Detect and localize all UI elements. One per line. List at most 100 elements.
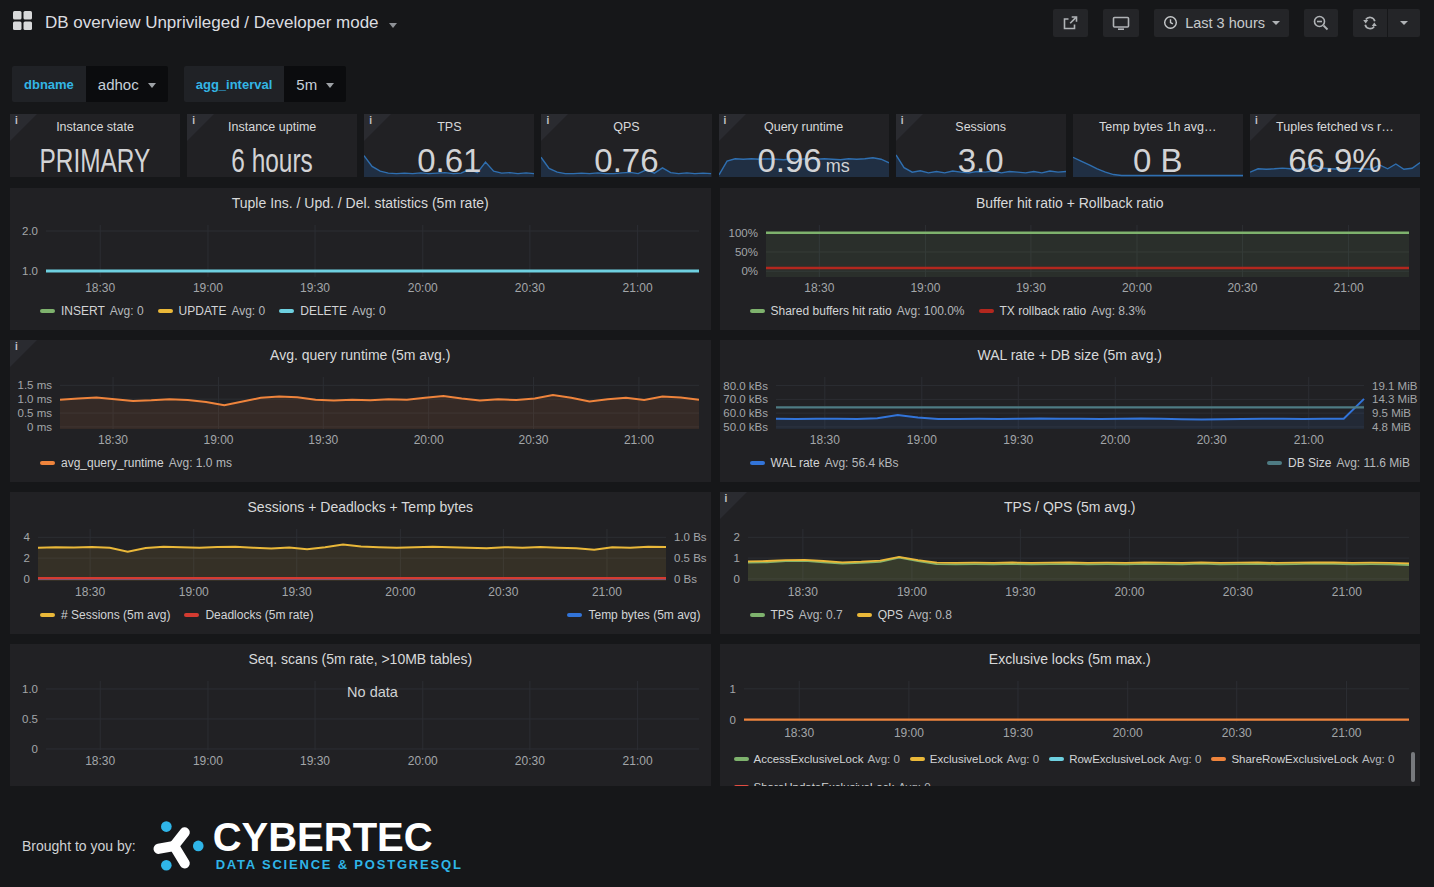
svg-text:60.0 kBs: 60.0 kBs: [723, 407, 768, 419]
svg-text:19:00: 19:00: [896, 585, 926, 599]
variable-selected-agg_interval: 5m: [296, 76, 317, 93]
legend-scrollbar[interactable]: [1411, 752, 1415, 782]
svg-text:1: 1: [729, 683, 735, 695]
svg-text:18:30: 18:30: [787, 585, 817, 599]
legend-label: INSERT: [61, 304, 105, 318]
chart-title[interactable]: Sessions + Deadlocks + Temp bytes: [10, 499, 711, 515]
chart-panel-tps-qps-5m-avg-: iTPS / QPS (5m avg.)21018:3019:0019:3020…: [720, 492, 1421, 634]
stat-panel-instance-uptime: iInstance uptime6 hours: [187, 114, 357, 177]
variable-caret-icon: [148, 83, 156, 88]
legend-item-delete[interactable]: DELETEAvg: 0: [279, 304, 386, 318]
legend-avg: Avg: 0.7: [799, 608, 843, 622]
svg-text:0 ms: 0 ms: [27, 421, 52, 433]
chart-legend: Shared buffers hit ratioAvg: 100.0% TX ro…: [750, 303, 1411, 319]
stat-panel-tps: iTPS0.61: [364, 114, 534, 177]
svg-text:20:30: 20:30: [1196, 433, 1226, 447]
legend-item-accessexclusivelock[interactable]: AccessExclusiveLockAvg: 0: [734, 753, 900, 765]
svg-text:21:00: 21:00: [1331, 726, 1361, 740]
legend-item-tps[interactable]: TPSAvg: 0.7: [750, 608, 843, 622]
chart-title[interactable]: TPS / QPS (5m avg.): [720, 499, 1421, 515]
chart-panel-buffer-hit-ratio-rollback-ratio: Buffer hit ratio + Rollback ratio100%50%…: [720, 188, 1421, 330]
legend-item-update[interactable]: UPDATEAvg: 0: [158, 304, 266, 318]
dashboard-title[interactable]: DB overview Unprivileged / Developer mod…: [45, 13, 379, 33]
variable-value-dbname[interactable]: adhoc: [86, 66, 168, 102]
refresh-interval-caret-button[interactable]: [1388, 9, 1420, 37]
legend-avg: Avg: 1.0 ms: [169, 456, 232, 470]
share-icon: [1062, 15, 1079, 31]
legend-item-sharerowexclusivelock[interactable]: ShareRowExclusiveLockAvg: 0: [1211, 753, 1394, 765]
legend-avg: Avg: 0: [231, 304, 265, 318]
chart-panel-avg-query-runtime-5m-avg-: iAvg. query runtime (5m avg.)1.5 ms1.0 m…: [10, 340, 711, 482]
legend-item-shared-buffers-hit-ratio[interactable]: Shared buffers hit ratioAvg: 100.0%: [750, 304, 965, 318]
info-i-glyph: i: [725, 493, 728, 504]
svg-text:19:30: 19:30: [1002, 726, 1032, 740]
chart-panel-seq-scans-5m-rate-10mb-tables-: Seq. scans (5m rate, >10MB tables)1.00.5…: [10, 644, 711, 786]
svg-text:1.0 ms: 1.0 ms: [17, 393, 52, 405]
legend-item-temp-bytes-5m-avg-[interactable]: Temp bytes (5m avg): [567, 608, 700, 622]
legend-swatch: [1267, 461, 1282, 465]
refresh-button[interactable]: [1353, 9, 1387, 37]
svg-text:9.5 MiB: 9.5 MiB: [1372, 407, 1411, 419]
grafana-grid-icon[interactable]: [12, 10, 33, 35]
chart-title[interactable]: Exclusive locks (5m max.): [720, 651, 1421, 667]
svg-text:19:00: 19:00: [203, 433, 233, 447]
chart-title[interactable]: Tuple Ins. / Upd. / Del. statistics (5m …: [10, 195, 711, 211]
zoom-out-button[interactable]: [1304, 9, 1338, 37]
svg-text:20:30: 20:30: [1227, 281, 1257, 295]
stat-value: 0.76: [541, 141, 711, 177]
svg-text:0 Bs: 0 Bs: [674, 573, 697, 585]
legend-swatch: [1049, 757, 1064, 761]
svg-text:21:00: 21:00: [623, 754, 653, 768]
svg-text:21:00: 21:00: [1293, 433, 1323, 447]
legend-item-tx-rollback-ratio[interactable]: TX rollback ratioAvg: 8.3%: [979, 304, 1146, 318]
legend-item-rowexclusivelock[interactable]: RowExclusiveLock Avg: 0: [1049, 753, 1201, 765]
svg-text:20:00: 20:00: [1100, 433, 1130, 447]
tv-mode-button[interactable]: [1103, 9, 1139, 37]
chart-title[interactable]: Avg. query runtime (5m avg.): [10, 347, 711, 363]
svg-text:2: 2: [24, 552, 30, 564]
chart-title[interactable]: WAL rate + DB size (5m avg.): [720, 347, 1421, 363]
legend-item-wal-rate[interactable]: WAL rateAvg: 56.4 kBs: [750, 456, 899, 470]
legend-item-avg-query-runtime[interactable]: avg_query_runtimeAvg: 1.0 ms: [40, 456, 232, 470]
variable-value-agg_interval[interactable]: 5m: [284, 66, 346, 102]
svg-text:21:00: 21:00: [624, 433, 654, 447]
legend-item-shareupdateexclusivelock[interactable]: ShareUpdateExclusiveLockAvg: 0: [734, 781, 931, 786]
chart-title[interactable]: Buffer hit ratio + Rollback ratio: [720, 195, 1421, 211]
legend-label: RowExclusiveLock: [1069, 753, 1165, 765]
variable-label-agg_interval: agg_interval: [184, 66, 285, 102]
variable-selected-dbname: adhoc: [98, 76, 139, 93]
svg-text:70.0 kBs: 70.0 kBs: [723, 393, 768, 405]
info-i-glyph: i: [15, 115, 18, 126]
svg-text:20:30: 20:30: [518, 433, 548, 447]
brand-name: CYBERTEC: [213, 820, 463, 854]
legend-item-exclusivelock[interactable]: ExclusiveLockAvg: 0: [910, 753, 1039, 765]
legend-item-insert[interactable]: INSERTAvg: 0: [40, 304, 144, 318]
variable-agg_interval: agg_interval 5m: [184, 66, 346, 102]
legend-item-deadlocks-5m-rate-[interactable]: Deadlocks (5m rate): [184, 608, 313, 622]
chart-panel-sessions-deadlocks-temp-bytes: Sessions + Deadlocks + Temp bytes41.0 Bs…: [10, 492, 711, 634]
stat-value: PRIMARY: [10, 141, 180, 177]
svg-text:19:00: 19:00: [910, 281, 940, 295]
svg-text:19:30: 19:30: [282, 585, 312, 599]
svg-text:0.5 ms: 0.5 ms: [17, 407, 52, 419]
svg-text:19:00: 19:00: [906, 433, 936, 447]
svg-text:1.0: 1.0: [22, 683, 38, 695]
svg-text:21:00: 21:00: [592, 585, 622, 599]
legend-item-qps[interactable]: QPSAvg: 0.8: [857, 608, 952, 622]
legend-swatch: [734, 757, 749, 761]
legend-item-db-size[interactable]: DB SizeAvg: 11.6 MiB: [1267, 456, 1410, 470]
legend-item--sessions-5m-avg-[interactable]: # Sessions (5m avg): [40, 608, 170, 622]
svg-text:2: 2: [733, 531, 739, 543]
chart-title[interactable]: Seq. scans (5m rate, >10MB tables): [10, 651, 711, 667]
time-picker-button[interactable]: Last 3 hours: [1154, 9, 1289, 37]
navbar: DB overview Unprivileged / Developer mod…: [0, 0, 1434, 45]
svg-text:19:00: 19:00: [179, 585, 209, 599]
cybertec-logo-icon: [146, 813, 206, 879]
share-button[interactable]: [1053, 9, 1088, 37]
stat-title[interactable]: Temp bytes 1h avg…: [1073, 120, 1243, 134]
dashboard-title-caret-icon[interactable]: [389, 23, 397, 28]
svg-text:20:30: 20:30: [1221, 726, 1251, 740]
legend-avg: Avg: 0: [1169, 753, 1201, 765]
chart-panel-tuple-ins-upd-del-statistics-5m-rate-: Tuple Ins. / Upd. / Del. statistics (5m …: [10, 188, 711, 330]
svg-text:20:00: 20:00: [414, 433, 444, 447]
